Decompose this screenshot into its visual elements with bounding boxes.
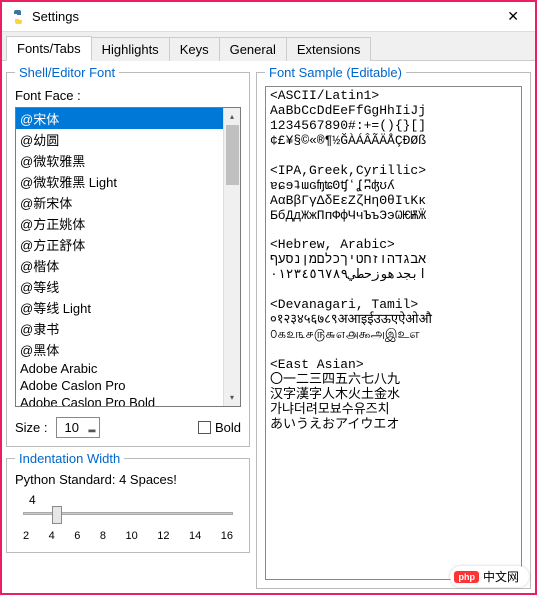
shell-editor-font-group: Shell/Editor Font Font Face : @宋体@幼圆@微软雅… (6, 65, 250, 447)
list-item[interactable]: @等线 (16, 276, 223, 297)
slider-tick-label: 8 (100, 530, 106, 542)
indent-current-value: 4 (29, 493, 241, 507)
sample-line: <ASCII/Latin1> (270, 89, 517, 104)
slider-thumb[interactable] (52, 506, 62, 524)
sample-line (270, 223, 517, 238)
list-item[interactable]: @方正姚体 (16, 213, 223, 234)
slider-tick-label: 12 (157, 530, 169, 542)
listbox-scrollbar[interactable]: ▴ ▾ (223, 108, 240, 406)
sample-line: <IPA,Greek,Cyrillic> (270, 164, 517, 179)
app-icon (10, 9, 26, 25)
spin-handle-icon[interactable]: ▂ (89, 422, 96, 433)
sample-line (270, 283, 517, 298)
list-item[interactable]: @新宋体 (16, 192, 223, 213)
font-sample-group: Font Sample (Editable) <ASCII/Latin1>AaB… (256, 65, 531, 589)
tab-keys[interactable]: Keys (169, 37, 220, 61)
sample-line (270, 149, 517, 164)
indent-legend: Indentation Width (15, 451, 124, 466)
sample-line: <Hebrew, Arabic> (270, 238, 517, 253)
sample-line: ०१२३४५६७८९अआइईउऊएऐओऔ (270, 313, 517, 328)
size-spinbox[interactable]: 10 ▂ (56, 417, 101, 438)
watermark-text: 中文网 (483, 568, 519, 585)
indent-label: Python Standard: 4 Spaces! (15, 472, 241, 487)
font-face-label: Font Face : (15, 88, 241, 103)
sample-line: 〇一二三四五六七八九 (270, 373, 517, 388)
list-item[interactable]: @微软雅黑 (16, 150, 223, 171)
sample-line: ɐɕɘʇɯɢʩʨʘʧʻʆʭʤʊʎ (270, 179, 517, 194)
sample-line: ابجدهوزحطي٠١٢٣٤٥٦٧٨٩ (270, 268, 517, 283)
sample-line: AaBbCcDdEeFfGgHhIiJj (270, 104, 517, 119)
list-item[interactable]: Adobe Caslon Pro (16, 377, 223, 394)
sample-line: ௦௧௨௩௪௫௬௭௮௯அஇஉஎ (270, 328, 517, 343)
sample-line: 汉字漢字人木火土金水 (270, 388, 517, 403)
sample-line: ΑαΒβΓγΔδΕεΖζΗηΘθΙιΚκ (270, 194, 517, 209)
close-button[interactable]: ✕ (499, 4, 527, 29)
shell-font-legend: Shell/Editor Font (15, 65, 119, 80)
sample-line: あいうえおアイウエオ (270, 418, 517, 433)
font-face-listbox[interactable]: @宋体@幼圆@微软雅黑@微软雅黑 Light@新宋体@方正姚体@方正舒体@楷体@… (15, 107, 241, 407)
list-item[interactable]: @楷体 (16, 255, 223, 276)
sample-line: 1234567890#:+=(){}[] (270, 119, 517, 134)
list-item[interactable]: Adobe Arabic (16, 360, 223, 377)
list-item[interactable]: @幼圆 (16, 129, 223, 150)
tab-fonts-tabs[interactable]: Fonts/Tabs (6, 36, 92, 61)
sample-line: אבגדהוזחטיךכלםמןנסעף (270, 253, 517, 268)
list-item[interactable]: @等线 Light (16, 297, 223, 318)
scroll-thumb[interactable] (226, 125, 239, 185)
slider-tick-label: 16 (221, 530, 233, 542)
slider-tick-label: 10 (126, 530, 138, 542)
tab-bar: Fonts/TabsHighlightsKeysGeneralExtension… (2, 32, 535, 60)
list-item[interactable]: @宋体 (16, 108, 223, 129)
font-sample-textarea[interactable]: <ASCII/Latin1>AaBbCcDdEeFfGgHhIiJj123456… (265, 86, 522, 580)
checkbox-icon (198, 421, 211, 434)
size-value: 10 (65, 420, 83, 435)
font-sample-legend: Font Sample (Editable) (265, 65, 406, 80)
titlebar: Settings ✕ (2, 2, 535, 32)
window-title: Settings (32, 9, 499, 24)
scroll-down-icon[interactable]: ▾ (224, 389, 241, 406)
list-item[interactable]: @隶书 (16, 318, 223, 339)
bold-checkbox[interactable]: Bold (198, 420, 241, 435)
list-item[interactable]: Adobe Caslon Pro Bold (16, 394, 223, 406)
sample-line: <East Asian> (270, 358, 517, 373)
list-item[interactable]: @黑体 (16, 339, 223, 360)
sample-line: 가냐더려모뵤수유즈치 (270, 403, 517, 418)
sample-line: ¢£¥§©«®¶½ĞÀÁÂÃÄÅÇÐØß (270, 134, 517, 149)
list-item[interactable]: @方正舒体 (16, 234, 223, 255)
sample-line: <Devanagari, Tamil> (270, 298, 517, 313)
sample-line: БбДдЖжПпФфЧчЪъЭэѠѤѬӜ (270, 209, 517, 224)
tab-highlights[interactable]: Highlights (91, 37, 170, 61)
slider-tick-label: 6 (74, 530, 80, 542)
indentation-width-group: Indentation Width Python Standard: 4 Spa… (6, 451, 250, 553)
list-item[interactable]: @微软雅黑 Light (16, 171, 223, 192)
tab-general[interactable]: General (219, 37, 287, 61)
tab-extensions[interactable]: Extensions (286, 37, 372, 61)
watermark: php 中文网 (450, 566, 529, 587)
slider-tick-label: 14 (189, 530, 201, 542)
slider-tick-label: 4 (49, 530, 55, 542)
slider-tick-label: 2 (23, 530, 29, 542)
size-label: Size : (15, 420, 48, 435)
sample-line (270, 343, 517, 358)
indent-slider[interactable] (23, 508, 233, 528)
scroll-up-icon[interactable]: ▴ (224, 108, 241, 125)
watermark-badge: php (454, 571, 479, 583)
